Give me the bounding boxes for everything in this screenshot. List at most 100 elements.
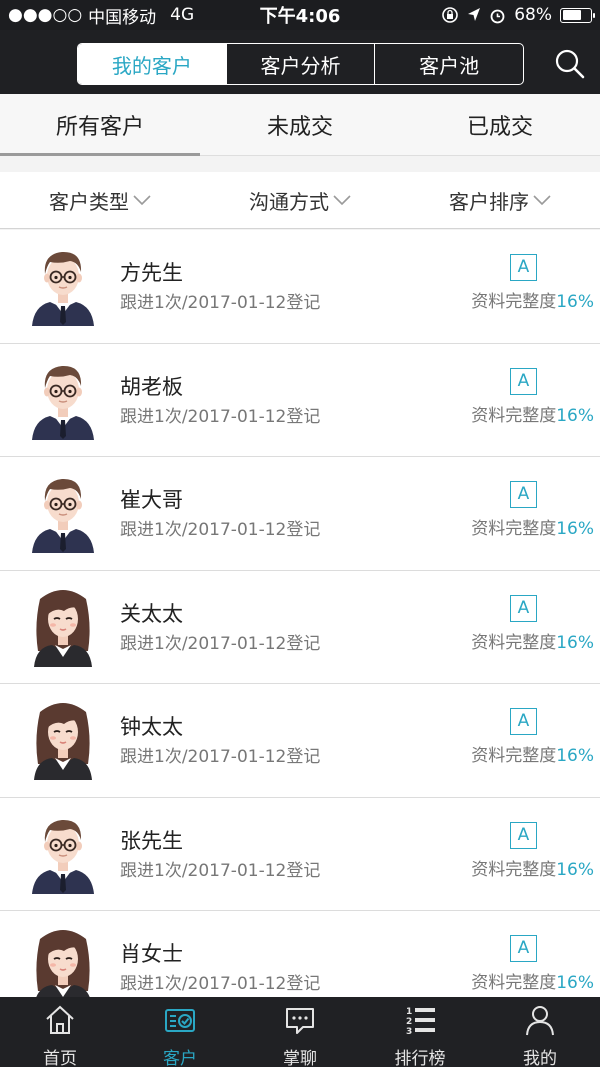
chat-icon <box>283 1003 317 1044</box>
rotation-lock-icon <box>442 7 459 23</box>
customer-row[interactable]: 肖女士 跟进1次/2017-01-12登记 A 资料完整度16% <box>0 911 600 997</box>
view-segmented-control: 我的客户 客户分析 客户池 <box>77 43 524 85</box>
filter-contact-method[interactable]: 沟通方式 <box>200 172 400 228</box>
customer-rating: A 资料完整度16% <box>471 935 594 993</box>
completeness-label: 资料完整度 <box>471 292 557 312</box>
nav-label: 我的 <box>523 1049 557 1067</box>
customer-rating: A 资料完整度16% <box>471 821 594 880</box>
nav-label: 首页 <box>43 1049 77 1067</box>
filter-bar: 客户类型 沟通方式 客户排序 <box>0 172 600 229</box>
female-avatar <box>30 698 96 780</box>
nav-label: 掌聊 <box>283 1049 317 1067</box>
customer-follow-up-info: 跟进1次/2017-01-12登记 <box>120 747 321 767</box>
completeness-label: 资料完整度 <box>471 746 557 766</box>
network-type: 4G <box>170 5 195 25</box>
home-icon <box>43 1003 77 1044</box>
top-header: 我的客户 客户分析 客户池 <box>0 30 600 94</box>
customer-row[interactable]: 方先生 跟进1次/2017-01-12登记 A 资料完整度16% <box>0 230 600 344</box>
carrier-name: 中国移动 <box>88 7 157 28</box>
completeness-label: 资料完整度 <box>471 405 557 426</box>
alarm-icon <box>490 9 505 23</box>
grade-badge: A <box>510 367 537 395</box>
nav-home[interactable]: 首页 <box>0 997 120 1067</box>
svg-text:2: 2 <box>406 1017 412 1027</box>
seg-customer-pool[interactable]: 客户池 <box>374 44 523 84</box>
customer-rating: A 资料完整度16% <box>471 367 594 426</box>
filter-label: 客户类型 <box>49 189 129 214</box>
completeness-text: 资料完整度16% <box>471 968 594 993</box>
search-icon[interactable] <box>552 46 588 82</box>
customer-rating: A 资料完整度16% <box>471 708 594 766</box>
battery-icon <box>560 7 595 23</box>
customer-row[interactable]: 胡老板 跟进1次/2017-01-12登记 A 资料完整度16% <box>0 343 600 457</box>
nav-ranking[interactable]: 1 2 3 排行榜 <box>360 997 480 1067</box>
customer-info: 张先生 跟进1次/2017-01-12登记 <box>120 826 320 884</box>
customer-name: 方先生 <box>120 261 183 285</box>
completeness-text: 资料完整度16% <box>471 401 594 426</box>
completeness-percent: 16% <box>556 859 594 880</box>
completeness-text: 资料完整度16% <box>471 628 594 653</box>
completeness-text: 资料完整度16% <box>471 287 594 312</box>
customer-name: 关太太 <box>120 601 183 626</box>
male-avatar <box>30 358 96 440</box>
completeness-percent: 16% <box>556 973 594 993</box>
customer-follow-up-info: 跟进1次/2017-01-12登记 <box>120 633 321 654</box>
nav-customers[interactable]: 客户 <box>120 997 240 1067</box>
customer-info: 钟太太 跟进1次/2017-01-12登记 <box>120 712 320 770</box>
customer-follow-up-info: 跟进1次/2017-01-12登记 <box>120 406 321 427</box>
customer-row[interactable]: 钟太太 跟进1次/2017-01-12登记 A 资料完整度16% <box>0 684 600 798</box>
battery-percent: 68% <box>514 5 552 25</box>
chevron-down-icon <box>133 195 151 206</box>
filter-customer-sort[interactable]: 客户排序 <box>400 172 600 228</box>
grade-badge: A <box>510 481 537 508</box>
seg-customer-analysis[interactable]: 客户分析 <box>225 44 375 84</box>
svg-text:1: 1 <box>406 1007 412 1017</box>
customer-row[interactable]: 崔大哥 跟进1次/2017-01-12登记 A 资料完整度16% <box>0 457 600 571</box>
customer-row[interactable]: 关太太 跟进1次/2017-01-12登记 A 资料完整度16% <box>0 570 600 684</box>
grade-badge: A <box>510 935 537 962</box>
customer-name: 钟太太 <box>120 715 183 739</box>
filter-customer-type[interactable]: 客户类型 <box>0 172 200 228</box>
status-bar: ●●●○○ 中国移动 4G 下午4:06 68% <box>0 0 600 30</box>
nav-profile[interactable]: 我的 <box>480 997 600 1067</box>
customer-info: 肖女士 跟进1次/2017-01-12登记 <box>120 939 320 997</box>
location-icon <box>468 8 481 21</box>
bottom-navigation: 首页 客户 掌聊 1 2 3 排行榜 我的 <box>0 997 600 1067</box>
signal-strength: ●●●○○ <box>8 5 83 25</box>
ranking-list-icon: 123 <box>403 1003 437 1044</box>
nav-chat[interactable]: 掌聊 <box>240 997 360 1067</box>
customer-name: 胡老板 <box>120 374 183 399</box>
customer-info: 关太太 跟进1次/2017-01-12登记 <box>120 599 320 657</box>
customer-follow-up-info: 跟进1次/2017-01-12登记 <box>120 293 321 313</box>
grade-badge: A <box>510 821 537 849</box>
tab-not-closed[interactable]: 未成交 <box>200 94 400 155</box>
customer-row[interactable]: 张先生 跟进1次/2017-01-12登记 A 资料完整度16% <box>0 797 600 911</box>
filter-label: 沟通方式 <box>249 189 329 214</box>
tab-closed[interactable]: 已成交 <box>400 94 600 155</box>
completeness-percent: 16% <box>556 632 594 653</box>
male-avatar <box>30 244 96 326</box>
seg-my-customers[interactable]: 我的客户 <box>78 44 226 84</box>
female-avatar <box>30 925 96 997</box>
nav-label: 客户 <box>163 1049 197 1067</box>
completeness-label: 资料完整度 <box>471 859 557 880</box>
customer-name: 张先生 <box>120 828 183 853</box>
grade-badge: A <box>510 708 537 735</box>
completeness-percent: 16% <box>556 292 594 312</box>
profile-icon <box>523 1003 557 1044</box>
filter-label: 客户排序 <box>449 189 529 214</box>
male-avatar <box>30 471 96 553</box>
customer-rating: A 资料完整度16% <box>471 594 594 653</box>
customer-info: 崔大哥 跟进1次/2017-01-12登记 <box>120 485 320 543</box>
grade-badge: A <box>510 594 537 622</box>
completeness-text: 资料完整度16% <box>471 741 594 766</box>
tab-all-customers[interactable]: 所有客户 <box>0 94 200 156</box>
customer-rating: A 资料完整度16% <box>471 254 594 312</box>
customer-follow-up-info: 跟进1次/2017-01-12登记 <box>120 520 321 540</box>
customer-info: 方先生 跟进1次/2017-01-12登记 <box>120 258 320 316</box>
customer-card-icon <box>163 1003 197 1044</box>
customer-name: 肖女士 <box>120 942 183 966</box>
customer-follow-up-info: 跟进1次/2017-01-12登记 <box>120 860 321 881</box>
chevron-down-icon <box>533 195 551 206</box>
completeness-label: 资料完整度 <box>471 519 557 539</box>
